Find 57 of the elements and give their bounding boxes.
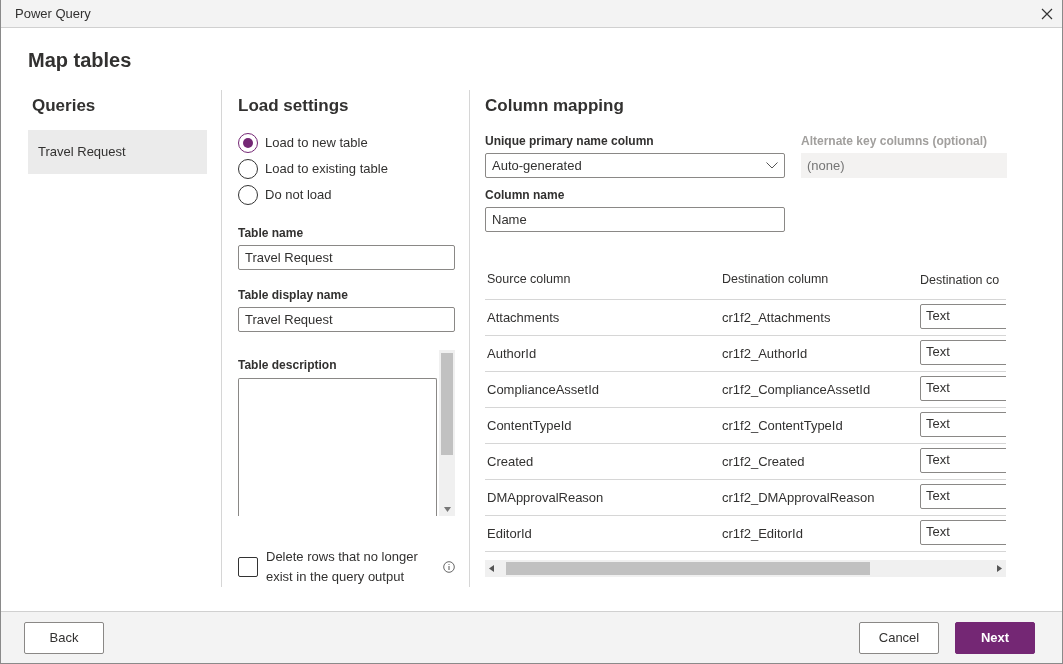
field-label: Table description xyxy=(238,357,338,374)
column-name-field[interactable]: Name xyxy=(485,207,785,232)
table-cell: cr1f2_ContentTypeId xyxy=(722,417,843,433)
close-icon[interactable] xyxy=(1040,6,1054,21)
table-cell: DMApprovalReason xyxy=(487,489,604,505)
section-heading: Load settings xyxy=(238,96,350,116)
page-heading: Map tables xyxy=(28,48,133,72)
type-dropdown[interactable]: Text xyxy=(920,519,1006,545)
field-label: Table name xyxy=(238,225,305,242)
table-cell: Attachments xyxy=(487,309,560,325)
type-dropdown[interactable]: Text xyxy=(920,483,1006,509)
description-field[interactable] xyxy=(238,378,437,516)
type-dropdown[interactable]: Text xyxy=(920,303,1006,329)
footer-button[interactable]: Next xyxy=(955,621,1035,654)
table-cell: cr1f2_DMApprovalReason xyxy=(722,489,875,505)
display-name-field[interactable]: Travel Request xyxy=(238,307,455,332)
column-header: Destination column xyxy=(722,272,829,287)
table-cell: cr1f2_Created xyxy=(722,453,805,469)
table-name-field[interactable]: Travel Request xyxy=(238,245,455,270)
window-title: Power Query xyxy=(15,4,91,23)
table-cell: cr1f2_Attachments xyxy=(722,309,831,325)
radio-label[interactable]: Load to new table xyxy=(265,133,368,153)
checkbox-label[interactable]: Delete rows that no longer exist in the query output xyxy=(266,547,431,587)
scroll-down-arrow-icon[interactable] xyxy=(443,507,451,512)
table-cell: cr1f2_ComplianceAssetId xyxy=(722,381,871,397)
section-heading: Queries xyxy=(31,96,97,116)
table-cell: ComplianceAssetId xyxy=(487,381,599,397)
column-header: Destination co xyxy=(920,272,1000,287)
vertical-scrollbar[interactable] xyxy=(439,350,455,516)
radio-label[interactable]: Do not load xyxy=(265,185,332,205)
field-label: Column name xyxy=(485,187,566,204)
horizontal-scrollbar[interactable] xyxy=(485,560,1006,577)
primary-name-dropdown[interactable]: Auto-generated xyxy=(485,153,785,178)
table-cell: ContentTypeId xyxy=(487,417,572,433)
footer-button[interactable]: Cancel xyxy=(859,621,939,654)
checkbox[interactable] xyxy=(238,557,258,577)
type-dropdown[interactable]: Text xyxy=(920,447,1006,473)
scroll-left-arrow-icon[interactable] xyxy=(489,565,494,572)
chevron-down-icon xyxy=(766,162,778,169)
table-cell: AuthorId xyxy=(487,345,537,361)
radio-label[interactable]: Load to existing table xyxy=(265,159,388,179)
query-item[interactable]: Travel Request xyxy=(28,130,207,174)
field-label: Alternate key columns (optional) xyxy=(801,133,989,150)
table-cell: cr1f2_EditorId xyxy=(722,525,803,541)
table-cell: Created xyxy=(487,453,534,469)
table-cell: EditorId xyxy=(487,525,532,541)
type-dropdown[interactable]: Text xyxy=(920,375,1006,401)
footer-button[interactable]: Back xyxy=(24,621,104,654)
table-cell: cr1f2_AuthorId xyxy=(722,345,808,361)
field-label: Table display name xyxy=(238,287,349,304)
field-label: Unique primary name column xyxy=(485,133,655,150)
scroll-right-arrow-icon[interactable] xyxy=(997,565,1002,572)
section-heading: Column mapping xyxy=(485,96,625,116)
column-header: Source column xyxy=(487,272,571,287)
type-dropdown[interactable]: Text xyxy=(920,411,1006,437)
info-icon xyxy=(443,561,455,573)
type-dropdown[interactable]: Text xyxy=(920,339,1006,365)
